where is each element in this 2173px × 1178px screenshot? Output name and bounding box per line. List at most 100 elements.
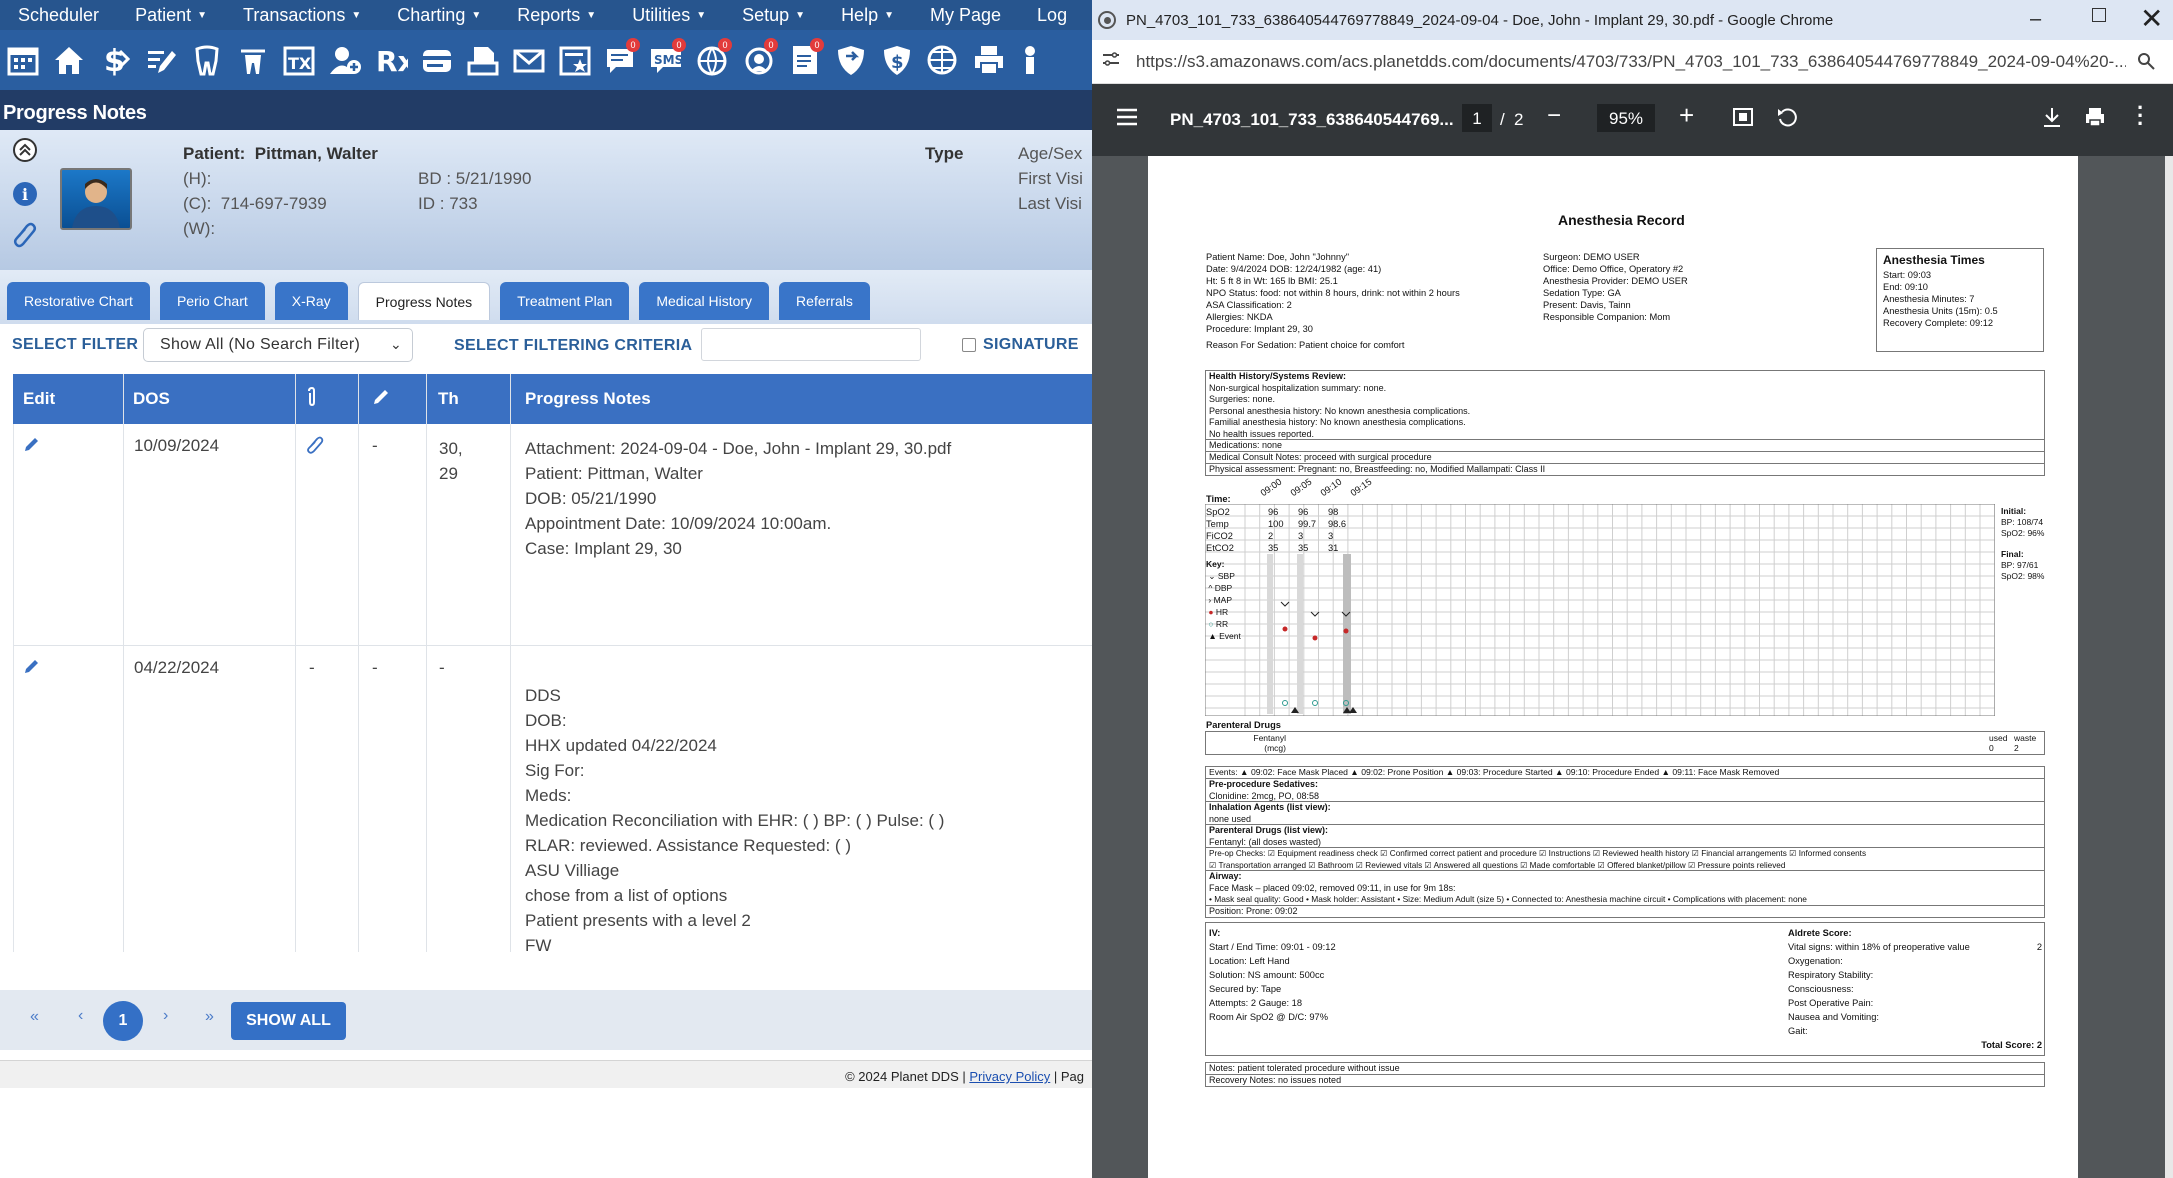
menu-help[interactable]: Help ▼ (823, 5, 912, 26)
time-tick: 09:15 (1348, 476, 1374, 499)
current-page-button[interactable]: 1 (103, 1001, 143, 1041)
last-page-button[interactable]: » (205, 1008, 214, 1026)
aldrete-block: Aldrete Score: Vital signs: within 18% o… (1788, 928, 2042, 1050)
site-settings-icon[interactable] (1102, 51, 1122, 72)
edit-pencil-icon[interactable] (24, 436, 40, 457)
paperclip-icon[interactable] (13, 222, 37, 248)
show-all-button[interactable]: SHOW ALL (231, 1002, 346, 1040)
tab-treatment-plan[interactable]: Treatment Plan (500, 282, 630, 320)
support-icon[interactable]: 0 (738, 38, 780, 82)
tab-perio-chart[interactable]: Perio Chart (159, 282, 265, 320)
home-icon[interactable] (48, 38, 90, 82)
col-edit: Edit (23, 389, 56, 408)
scanner-icon[interactable] (462, 38, 504, 82)
tx-icon[interactable]: TX (278, 38, 320, 82)
time-tick: 09:05 (1288, 476, 1314, 499)
menu-logout[interactable]: Log (1019, 5, 1085, 26)
icon-toolbar: $ TX Rx 0 SMS 0 0 0 0 $ (0, 30, 1092, 90)
close-icon[interactable]: ✕ (2140, 2, 2163, 35)
shield-icon[interactable] (830, 38, 872, 82)
tooth-x-icon[interactable] (232, 38, 274, 82)
menu-reports[interactable]: Reports ▼ (499, 5, 614, 26)
rotate-icon[interactable] (1776, 106, 1798, 133)
card-icon[interactable] (416, 38, 458, 82)
print-icon[interactable] (2084, 106, 2106, 133)
print-icon[interactable] (968, 38, 1010, 82)
fit-page-icon[interactable] (1732, 106, 1754, 133)
iv-block: IV: Start / End Time: 09:01 - 09:12 Loca… (1209, 928, 1336, 1022)
row-attachment: - (309, 658, 315, 677)
globe-net-icon[interactable] (922, 38, 964, 82)
filtering-criteria-input[interactable] (701, 328, 921, 361)
next-page-button[interactable]: › (163, 1007, 168, 1025)
info-icon[interactable]: i (13, 182, 37, 206)
menu-charting[interactable]: Charting ▼ (379, 5, 499, 26)
paperclip-icon (306, 386, 318, 412)
zoom-out-icon[interactable]: − (1547, 102, 1561, 130)
menu-transactions[interactable]: Transactions ▼ (225, 5, 379, 26)
tab-x-ray[interactable]: X-Ray (274, 282, 348, 320)
caret-down-icon: ▼ (586, 9, 597, 21)
dental-app: Scheduler Patient ▼ Transactions ▼ Chartin… (0, 0, 1092, 1178)
home-phone-label: (H): (183, 169, 212, 188)
menu-patient[interactable]: Patient ▼ (117, 5, 225, 26)
parenteral-title: Parenteral Drugs (1206, 720, 1281, 730)
table-row[interactable]: 10/09/2024 - 30, 29 Attachment: 2024-09-… (14, 424, 1092, 646)
chat-icon[interactable]: 0 (600, 38, 642, 82)
globe-icon[interactable]: 0 (692, 38, 734, 82)
collapse-up-icon[interactable] (13, 138, 37, 162)
prev-page-button[interactable]: ‹ (78, 1007, 83, 1025)
main-menu-bar: Scheduler Patient ▼ Transactions ▼ Chartin… (0, 0, 1092, 30)
col-dos[interactable]: DOS (133, 389, 170, 409)
avatar[interactable] (60, 168, 132, 230)
menu-utilities[interactable]: Utilities ▼ (614, 5, 724, 26)
person-icon[interactable] (1014, 38, 1056, 82)
menu-my-page[interactable]: My Page (912, 5, 1019, 26)
menu-icon[interactable] (1116, 108, 1138, 131)
health-history-section: Health History/Systems Review: Non-surgi… (1205, 370, 2045, 440)
time-tick: 09:00 (1258, 476, 1284, 499)
calendar-icon[interactable] (2, 38, 44, 82)
signature-checkbox[interactable] (962, 338, 976, 352)
address-bar[interactable]: https://s3.amazonaws.com/acs.planetdds.c… (1092, 40, 2173, 84)
attachment-icon[interactable] (306, 436, 324, 459)
tab-progress-notes[interactable]: Progress Notes (357, 282, 491, 320)
menu-setup[interactable]: Setup ▼ (724, 5, 823, 26)
tab-restorative-chart[interactable]: Restorative Chart (7, 282, 150, 320)
page-number-input[interactable]: 1 (1462, 104, 1492, 132)
table-row[interactable]: 04/22/2024 - - - DDS DOB: HHX updated 04… (14, 646, 1092, 952)
zoom-lens-icon[interactable] (2137, 52, 2155, 75)
edit-icon[interactable] (140, 38, 182, 82)
zoom-in-icon[interactable]: + (1679, 100, 1694, 131)
pdf-toolbar: PN_4703_101_733_638640544769... 1 / 2 − … (1092, 84, 2173, 156)
maximize-icon[interactable] (2092, 8, 2106, 22)
more-options-icon[interactable]: · · · (2137, 97, 2144, 135)
tab-referrals[interactable]: Referrals (779, 282, 870, 320)
download-icon[interactable] (2042, 106, 2062, 133)
dollar-shield-icon[interactable]: $ (876, 38, 918, 82)
mail-icon[interactable] (508, 38, 550, 82)
vitals-grid (1205, 504, 1995, 716)
tab-medical-history[interactable]: Medical History (639, 282, 770, 320)
first-page-button[interactable]: « (30, 1008, 39, 1026)
minimize-icon[interactable]: – (2030, 8, 2041, 31)
patient-name: Pittman, Walter (254, 144, 378, 163)
edit-pencil-icon[interactable] (24, 658, 40, 679)
privacy-policy-link[interactable]: Privacy Policy (969, 1069, 1050, 1084)
add-user-icon[interactable] (324, 38, 366, 82)
money-icon[interactable]: $ (94, 38, 136, 82)
filter-select[interactable]: Show All (No Search Filter) ⌄ (143, 328, 413, 362)
zoom-level[interactable]: 95% (1597, 104, 1655, 132)
forms-icon[interactable]: 0 (784, 38, 826, 82)
sms-icon[interactable]: SMS 0 (646, 38, 688, 82)
parenteral-list-section: Parenteral Drugs (list view): Fentanyl: … (1205, 824, 2045, 848)
pdf-scrollbar[interactable] (2165, 156, 2173, 1178)
notes-table-header: Edit DOS Th Progress Notes (13, 374, 1092, 424)
menu-scheduler[interactable]: Scheduler (0, 5, 117, 26)
row-dos: 10/09/2024 (134, 436, 220, 455)
bd-label: BD : (418, 169, 452, 188)
window-title: PN_4703_101_733_638640544769778849_2024-… (1126, 11, 1834, 29)
rx-icon[interactable]: Rx (370, 38, 412, 82)
star-list-icon[interactable] (554, 38, 596, 82)
tooth-icon[interactable] (186, 38, 228, 82)
